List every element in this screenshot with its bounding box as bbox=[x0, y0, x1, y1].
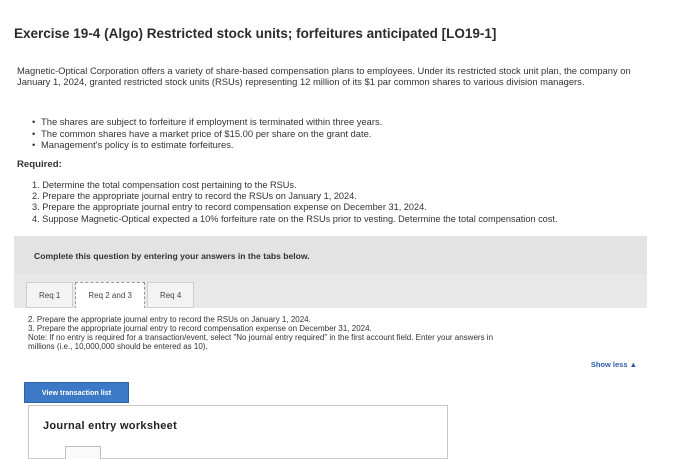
journal-entry-worksheet: Journal entry worksheet bbox=[28, 405, 448, 459]
tab-req-2-and-3[interactable]: Req 2 and 3 bbox=[75, 282, 145, 309]
required-label: Required: bbox=[17, 159, 62, 170]
note-line-2: millions (i.e., 10,000,000 should be ent… bbox=[28, 342, 208, 351]
instruction-banner: Complete this question by entering your … bbox=[14, 236, 647, 274]
content-line-2: 3. Prepare the appropriate journal entry… bbox=[28, 324, 372, 333]
instruction-text: Complete this question by entering your … bbox=[34, 251, 310, 261]
tab-content: 2. Prepare the appropriate journal entry… bbox=[14, 308, 647, 374]
note-line-1: Note: If no entry is required for a tran… bbox=[28, 333, 494, 342]
requirements-list: 1. Determine the total compensation cost… bbox=[32, 180, 558, 225]
list-item: Management's policy is to estimate forfe… bbox=[32, 139, 382, 151]
list-item: The shares are subject to forfeiture if … bbox=[32, 116, 382, 128]
requirement-item: 4. Suppose Magnetic-Optical expected a 1… bbox=[32, 213, 558, 224]
tab-req-1[interactable]: Req 1 bbox=[26, 282, 74, 308]
requirement-item: 1. Determine the total compensation cost… bbox=[32, 180, 297, 190]
requirement-item: 2. Prepare the appropriate journal entry… bbox=[32, 191, 357, 202]
requirement-item: 3. Prepare the appropriate journal entry… bbox=[32, 202, 427, 213]
list-item: The common shares have a market price of… bbox=[32, 128, 382, 140]
facts-list: The shares are subject to forfeiture if … bbox=[32, 116, 382, 151]
view-transaction-list-button[interactable]: View transaction list bbox=[24, 382, 129, 403]
tab-req-4[interactable]: Req 4 bbox=[146, 282, 195, 308]
intro-paragraph: Magnetic-Optical Corporation offers a va… bbox=[17, 65, 631, 87]
content-line-1: 2. Prepare the appropriate journal entry… bbox=[28, 315, 311, 324]
tab-bar: Req 1 Req 2 and 3 Req 4 bbox=[14, 282, 196, 309]
worksheet-tab[interactable] bbox=[65, 446, 101, 459]
show-less-link[interactable]: Show less ▲ bbox=[591, 360, 637, 369]
page-title: Exercise 19-4 (Algo) Restricted stock un… bbox=[14, 26, 497, 41]
worksheet-title: Journal entry worksheet bbox=[43, 420, 178, 432]
